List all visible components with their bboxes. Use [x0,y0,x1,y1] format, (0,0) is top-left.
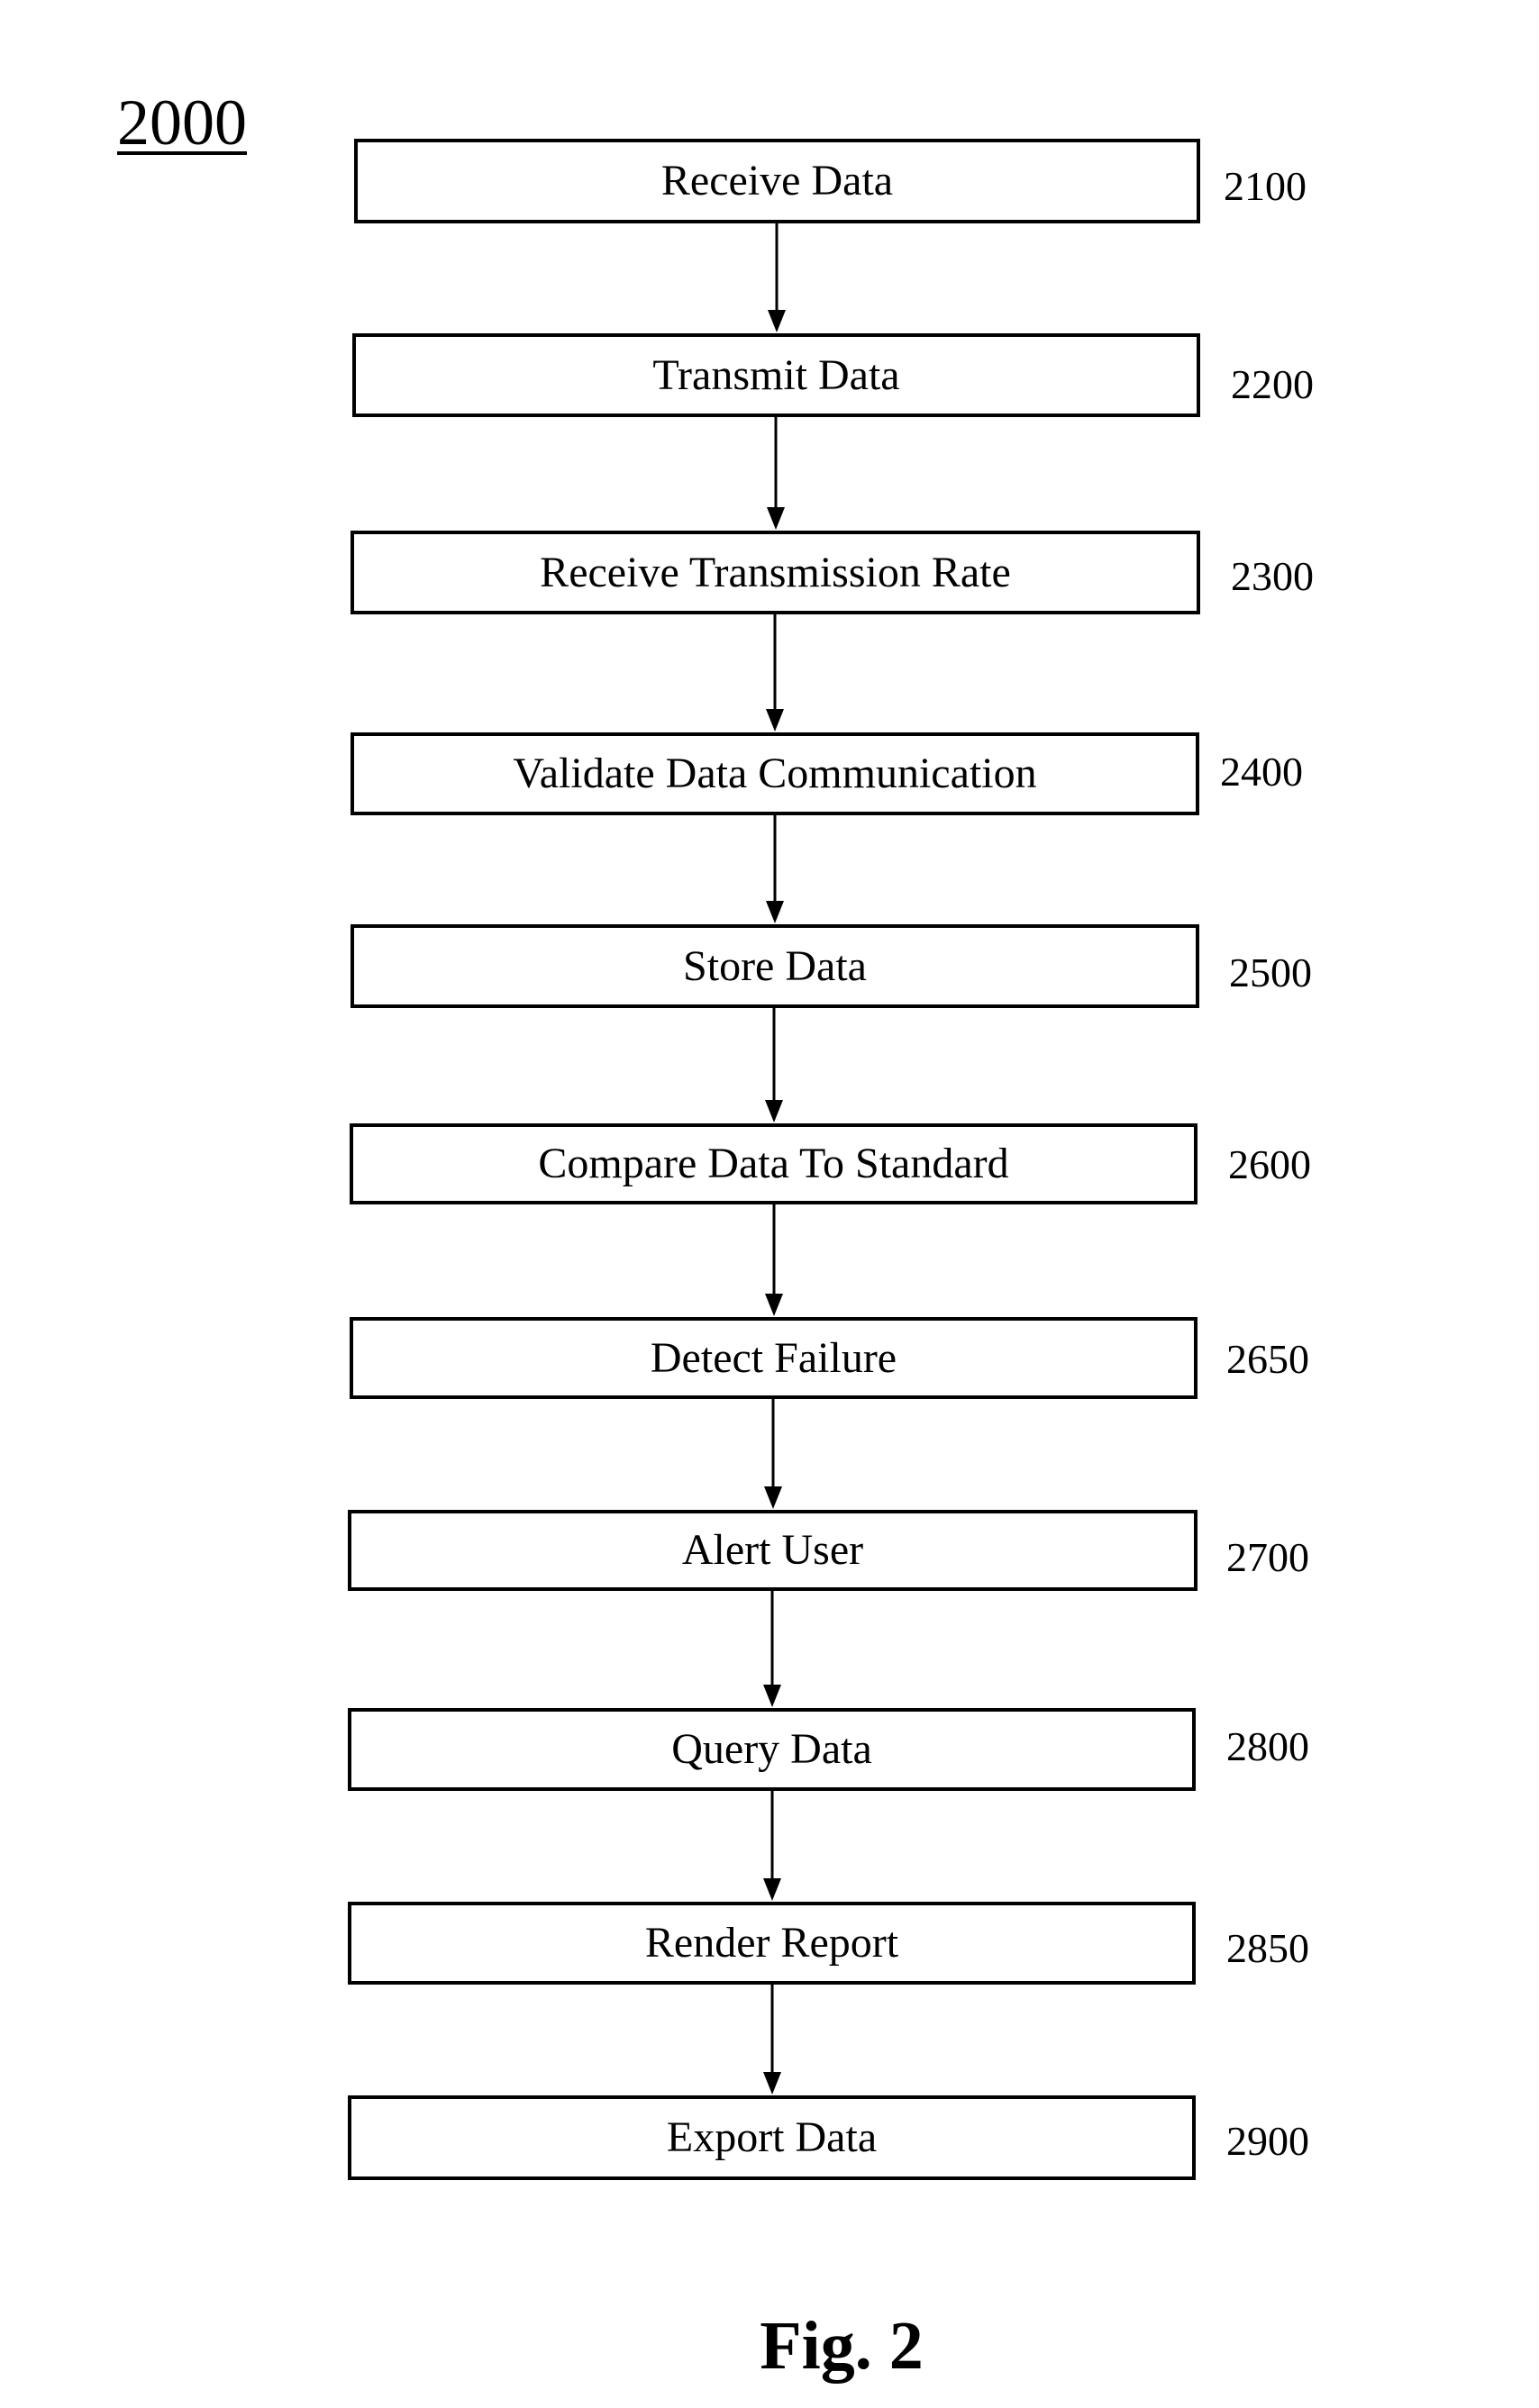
step-box: Query Data [348,1708,1196,1791]
arrowhead-icon [765,1294,783,1316]
step-reference-number: 2500 [1229,950,1312,995]
step-reference-number: 2600 [1228,1141,1311,1187]
step-label: Store Data [683,941,867,990]
arrowhead-icon [763,1878,781,1901]
step-box: Detect Failure [350,1317,1198,1399]
arrowhead-icon [763,1685,781,1707]
arrowhead-icon [763,2072,781,2095]
step-box: Store Data [351,924,1199,1008]
step-box: Export Data [348,2095,1196,2180]
step-reference-number: 2100 [1224,163,1307,209]
step-box: Receive Data [354,139,1200,223]
step-reference-number: 2650 [1226,1336,1309,1382]
flowchart: 2000 Receive Data 2100 Transmit Data 2200 Re… [0,0,1539,2408]
step-label: Render Report [644,1919,899,1967]
step-reference-number: 2700 [1226,1534,1309,1580]
step-box: Alert User [348,1510,1198,1591]
step-reference-number: 2850 [1226,1925,1309,1971]
step-reference-number: 2800 [1226,1723,1309,1769]
step-label: Receive Transmission Rate [540,548,1011,596]
step-label: Alert User [681,1526,864,1574]
figure-caption: Fig. 2 [760,2308,924,2384]
step-label: Receive Data [660,157,894,204]
step-reference-number: 2900 [1226,2118,1309,2164]
arrowhead-icon [765,1100,783,1122]
step-box: Compare Data To Standard [350,1123,1198,1204]
arrowhead-icon [767,507,785,530]
step-reference-number: 2400 [1220,749,1303,795]
step-box: Receive Transmission Rate [351,531,1200,614]
step-reference-number: 2200 [1231,361,1314,407]
step-reference-number: 2300 [1231,553,1314,599]
step-label: Validate Data Communication [513,750,1037,797]
arrowhead-icon [768,310,786,332]
step-box: Render Report [348,1902,1196,1985]
step-label: Transmit Data [652,350,900,399]
step-label: Export Data [666,2113,878,2161]
step-label: Query Data [671,1725,872,1773]
step-label: Detect Failure [650,1333,897,1382]
arrowhead-icon [766,709,784,731]
step-box: Transmit Data [352,333,1200,417]
arrowhead-icon [766,901,784,923]
arrowhead-icon [764,1486,782,1509]
step-box: Validate Data Communication [351,732,1199,815]
step-label: Compare Data To Standard [538,1140,1009,1187]
